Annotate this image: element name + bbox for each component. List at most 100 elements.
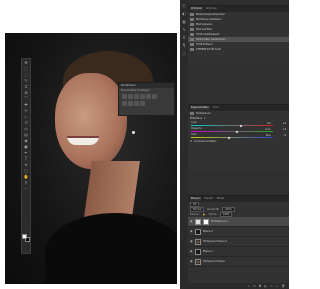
swatches-panel-icon[interactable]: ▦ xyxy=(182,19,187,24)
channel-mixer-icon[interactable] xyxy=(134,101,139,106)
lock-label: Fixieren: xyxy=(190,213,200,216)
healing-brush-tool-icon[interactable]: ✚ xyxy=(23,103,29,107)
layer-row[interactable]: ◉ Hintergrund Kopie 2 xyxy=(188,237,289,247)
blend-mode-select[interactable]: Normal xyxy=(190,207,205,212)
layer-row[interactable]: ◉ Ebene 1 xyxy=(188,247,289,257)
tab-layers[interactable]: Ebenen xyxy=(190,197,202,201)
fill-input[interactable]: 100% xyxy=(219,212,233,217)
history-state-icon xyxy=(190,43,194,46)
eraser-tool-icon[interactable]: ▭ xyxy=(23,127,29,131)
eye-icon[interactable]: ◉ xyxy=(190,240,193,243)
slider-track xyxy=(191,137,273,138)
mask-icon[interactable]: ◘ xyxy=(259,284,261,288)
panel-dock-icons: ◴ ◐ ▦ ✎ A ¶ ⓘ xyxy=(180,0,188,289)
info-panel-icon[interactable]: ⓘ xyxy=(182,51,187,56)
character-panel-icon[interactable]: A xyxy=(182,35,187,40)
eye-icon[interactable]: ◉ xyxy=(190,250,193,253)
link-icon[interactable]: ∞ xyxy=(247,284,250,288)
vibrance-icon[interactable] xyxy=(140,94,145,99)
opacity-label: Deckkraft: xyxy=(207,208,220,211)
lookup-icon[interactable] xyxy=(140,101,145,106)
history-state-icon xyxy=(190,33,194,36)
tab-info[interactable]: Infos xyxy=(212,106,220,110)
history-state-icon xyxy=(190,48,194,51)
pen-tool-icon[interactable]: ✒ xyxy=(23,151,29,155)
brush-panel-icon[interactable]: ✎ xyxy=(182,27,187,32)
chevron-down-icon: ▾ xyxy=(204,117,206,120)
history-state-icon xyxy=(190,13,194,16)
tab-channels[interactable]: Kanäle xyxy=(203,197,213,201)
eye-icon[interactable]: ◉ xyxy=(190,220,193,223)
paragraph-panel-icon[interactable]: ¶ xyxy=(182,43,187,48)
portrait-face xyxy=(55,73,127,169)
adjustment-icon[interactable]: ◐ xyxy=(264,284,267,288)
eye-icon[interactable]: ◉ xyxy=(190,230,193,233)
yellow-blue-slider[interactable]: Gelb Blau -2 xyxy=(188,133,289,140)
slider-knob[interactable] xyxy=(227,136,231,140)
lock-icon[interactable]: 🔒 xyxy=(203,213,206,216)
layer-thumb xyxy=(195,228,201,235)
history-panel-icon[interactable]: ◴ xyxy=(182,3,187,8)
hand-tool-icon[interactable]: ✋ xyxy=(23,175,29,179)
foreground-color-swatch[interactable] xyxy=(22,234,27,239)
slider-track xyxy=(191,131,273,132)
preserve-luminosity-checkbox[interactable]: ☑ Luminanz erhalten xyxy=(188,139,289,144)
layer-thumb xyxy=(195,238,201,245)
dodge-tool-icon[interactable]: ● xyxy=(23,145,29,149)
type-tool-icon[interactable]: T xyxy=(23,157,29,161)
shape-tool-icon[interactable]: ▢ xyxy=(23,169,29,173)
color-panel-icon[interactable]: ◐ xyxy=(182,11,187,16)
new-layer-icon[interactable]: + xyxy=(276,284,279,288)
lasso-tool-icon[interactable]: ◌ xyxy=(23,73,29,77)
history-state-icon xyxy=(190,23,194,26)
balance-icon xyxy=(190,112,194,115)
bw-icon[interactable] xyxy=(122,101,127,106)
portrait-smile xyxy=(67,136,99,145)
eyedropper-tool-icon[interactable]: ⌒ xyxy=(23,97,29,101)
tab-properties[interactable]: Eigenschaften xyxy=(190,106,210,110)
gradient-tool-icon[interactable]: ▤ xyxy=(23,133,29,137)
tab-history[interactable]: Protokoll xyxy=(190,7,203,11)
stamp-tool-icon[interactable]: ⊥ xyxy=(23,115,29,119)
right-panel-dock: Protokoll Aktionen Bereichsreparaturpins… xyxy=(188,0,289,289)
folder-icon[interactable]: ▭ xyxy=(270,284,273,288)
balance-icon[interactable] xyxy=(152,94,157,99)
history-panel: Protokoll Aktionen Bereichsreparaturpins… xyxy=(188,5,289,65)
path-select-tool-icon[interactable]: ➤ xyxy=(23,163,29,167)
brush-tool-icon[interactable]: ✏ xyxy=(23,109,29,113)
tab-paths[interactable]: Pfade xyxy=(216,197,225,201)
history-state-icon xyxy=(190,28,194,31)
history-brush-tool-icon[interactable]: ↺ xyxy=(23,121,29,125)
zoom-tool-icon[interactable]: ⚲ xyxy=(23,181,29,185)
marquee-tool-icon[interactable]: ⬚ xyxy=(23,67,29,71)
portrait-shirt xyxy=(45,213,177,284)
move-tool-icon[interactable]: ✥ xyxy=(23,61,29,65)
photo-filter-icon[interactable] xyxy=(128,101,133,106)
trash-icon[interactable]: 🗑 xyxy=(281,284,285,288)
layer-row[interactable]: ◉ Hintergrund Kopie xyxy=(188,257,289,267)
checkbox-icon: ☑ xyxy=(190,140,193,143)
blur-tool-icon[interactable]: ◆ xyxy=(23,139,29,143)
tab-actions[interactable]: Aktionen xyxy=(205,7,218,11)
crop-tool-icon[interactable]: ⌗ xyxy=(23,85,29,89)
layer-thumb xyxy=(195,258,201,265)
layers-panel: Ebenen Kanäle Pfade Art Normal Deckkraft… xyxy=(188,195,289,289)
history-state-icon xyxy=(190,38,194,41)
hue-icon[interactable] xyxy=(146,94,151,99)
quick-select-tool-icon[interactable]: ✎ xyxy=(23,79,29,83)
curves-icon[interactable] xyxy=(128,94,133,99)
eye-icon[interactable]: ◉ xyxy=(190,260,193,263)
exposure-icon[interactable] xyxy=(134,94,139,99)
history-state-icon xyxy=(190,18,194,21)
frame-tool-icon[interactable]: ⊠ xyxy=(23,91,29,95)
slider-track xyxy=(191,125,273,126)
history-state[interactable]: STEMPELN FÜR ALLE xyxy=(188,47,289,52)
fx-icon[interactable]: fx xyxy=(253,284,256,288)
layer-row[interactable]: ◉ Ebene 2 xyxy=(188,227,289,237)
layer-mask-thumb[interactable] xyxy=(203,218,209,225)
more-tools-icon[interactable]: ⋯ xyxy=(23,187,29,191)
tools-toolbar: ✥ ⬚ ◌ ✎ ⌗ ⊠ ⌒ ✚ ✏ ⊥ ↺ ▭ ▤ ◆ ● ✒ T ➤ ▢ ✋ … xyxy=(21,58,31,254)
layers-footer: ∞ fx ◘ ◐ ▭ + 🗑 xyxy=(188,283,289,289)
brightness-icon[interactable] xyxy=(122,94,127,99)
layer-row-selected[interactable]: ◉ Farbbalance 1 xyxy=(188,217,289,227)
